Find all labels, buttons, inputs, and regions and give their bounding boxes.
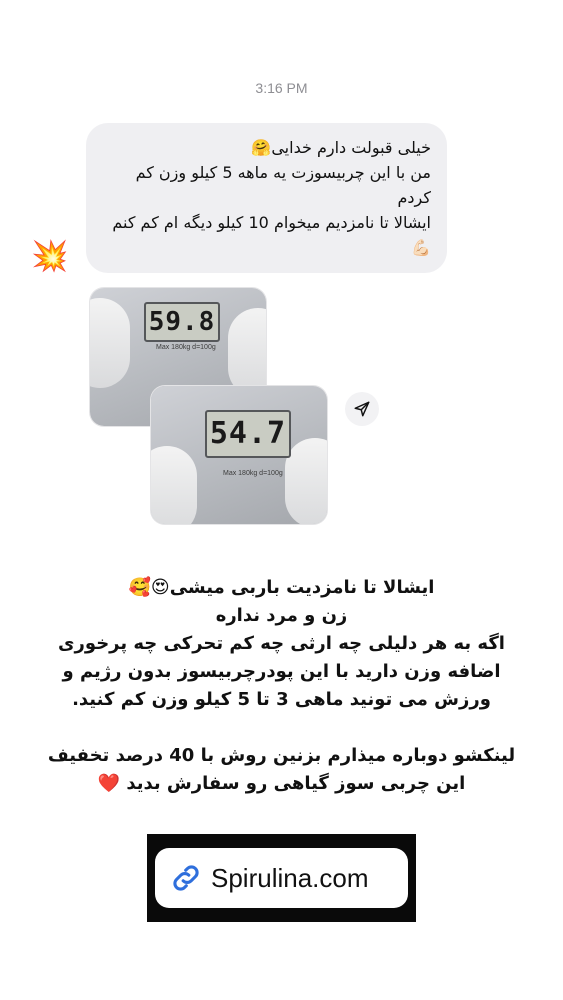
finger-right [228, 308, 266, 398]
message-bubble[interactable]: خیلی قبولت دارم خدایی🤗 من با این چربیسوز… [86, 123, 447, 273]
message-line-3: ایشالا تا نامزدیم میخوام 10 کیلو دیگه ام… [112, 213, 431, 257]
message-line-2: من با این چربیسوزت یه ماهه 5 کیلو وزن کم… [135, 163, 431, 207]
caption-gap [20, 714, 543, 742]
caption-line-6: لینکشو دوباره میذارم بزنین روش با 40 درص… [47, 745, 516, 766]
collision-reaction-icon[interactable]: 💥 [30, 237, 70, 277]
caption-line-1: ایشالا تا نامزدیت باربی میشی😍🥰 [128, 577, 435, 598]
scale-display-before: 59.8 [144, 302, 220, 342]
link-text[interactable]: Spirulina.com [211, 863, 369, 894]
scale-caption-before: Max 180kg d=100g [156, 344, 216, 351]
finger-left [151, 446, 197, 524]
caption-line-2: زن و مرد نداره [215, 605, 348, 626]
scale-caption-after: Max 180kg d=100g [223, 470, 283, 477]
link-icon [173, 865, 199, 891]
scale-photo-after[interactable]: 54.7 Max 180kg d=100g [151, 386, 327, 524]
caption-line-4: اضافه وزن دارید با این پودرچربیسوز بدون … [62, 661, 501, 682]
story-caption: ایشالا تا نامزدیت باربی میشی😍🥰 زن و مرد … [20, 574, 543, 798]
caption-line-7: این چربی سوز گیاهی رو سفارش بدید ❤️ [97, 773, 466, 794]
message-line-1: خیلی قبولت دارم خدایی🤗 [251, 138, 431, 157]
finger-right [285, 438, 327, 524]
link-sticker-pill[interactable]: Spirulina.com [155, 848, 408, 908]
share-button[interactable] [345, 392, 379, 426]
send-arrow-icon [354, 401, 370, 417]
scale-display-after: 54.7 [205, 410, 291, 458]
message-timestamp: 3:16 PM [255, 80, 308, 96]
caption-line-5: ورزش می تونید ماهی 3 تا 5 کیلو وزن کم کن… [72, 689, 491, 710]
finger-left [90, 298, 130, 388]
link-sticker[interactable]: Spirulina.com [147, 834, 416, 922]
caption-line-3: اگه به هر دلیلی چه ارثی چه کم تحرکی چه پ… [58, 633, 505, 654]
